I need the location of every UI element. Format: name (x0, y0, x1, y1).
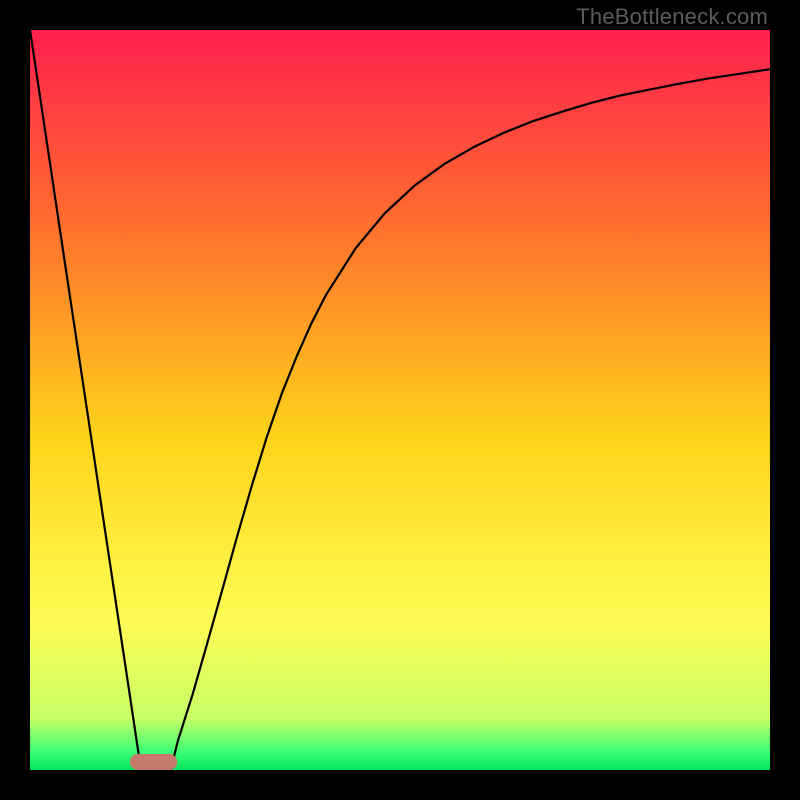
gradient-background (30, 30, 770, 770)
chart-svg (30, 30, 770, 770)
watermark-text: TheBottleneck.com (576, 4, 768, 30)
chart-frame: TheBottleneck.com (0, 0, 800, 800)
optimum-marker (130, 754, 177, 770)
plot-area (30, 30, 770, 770)
